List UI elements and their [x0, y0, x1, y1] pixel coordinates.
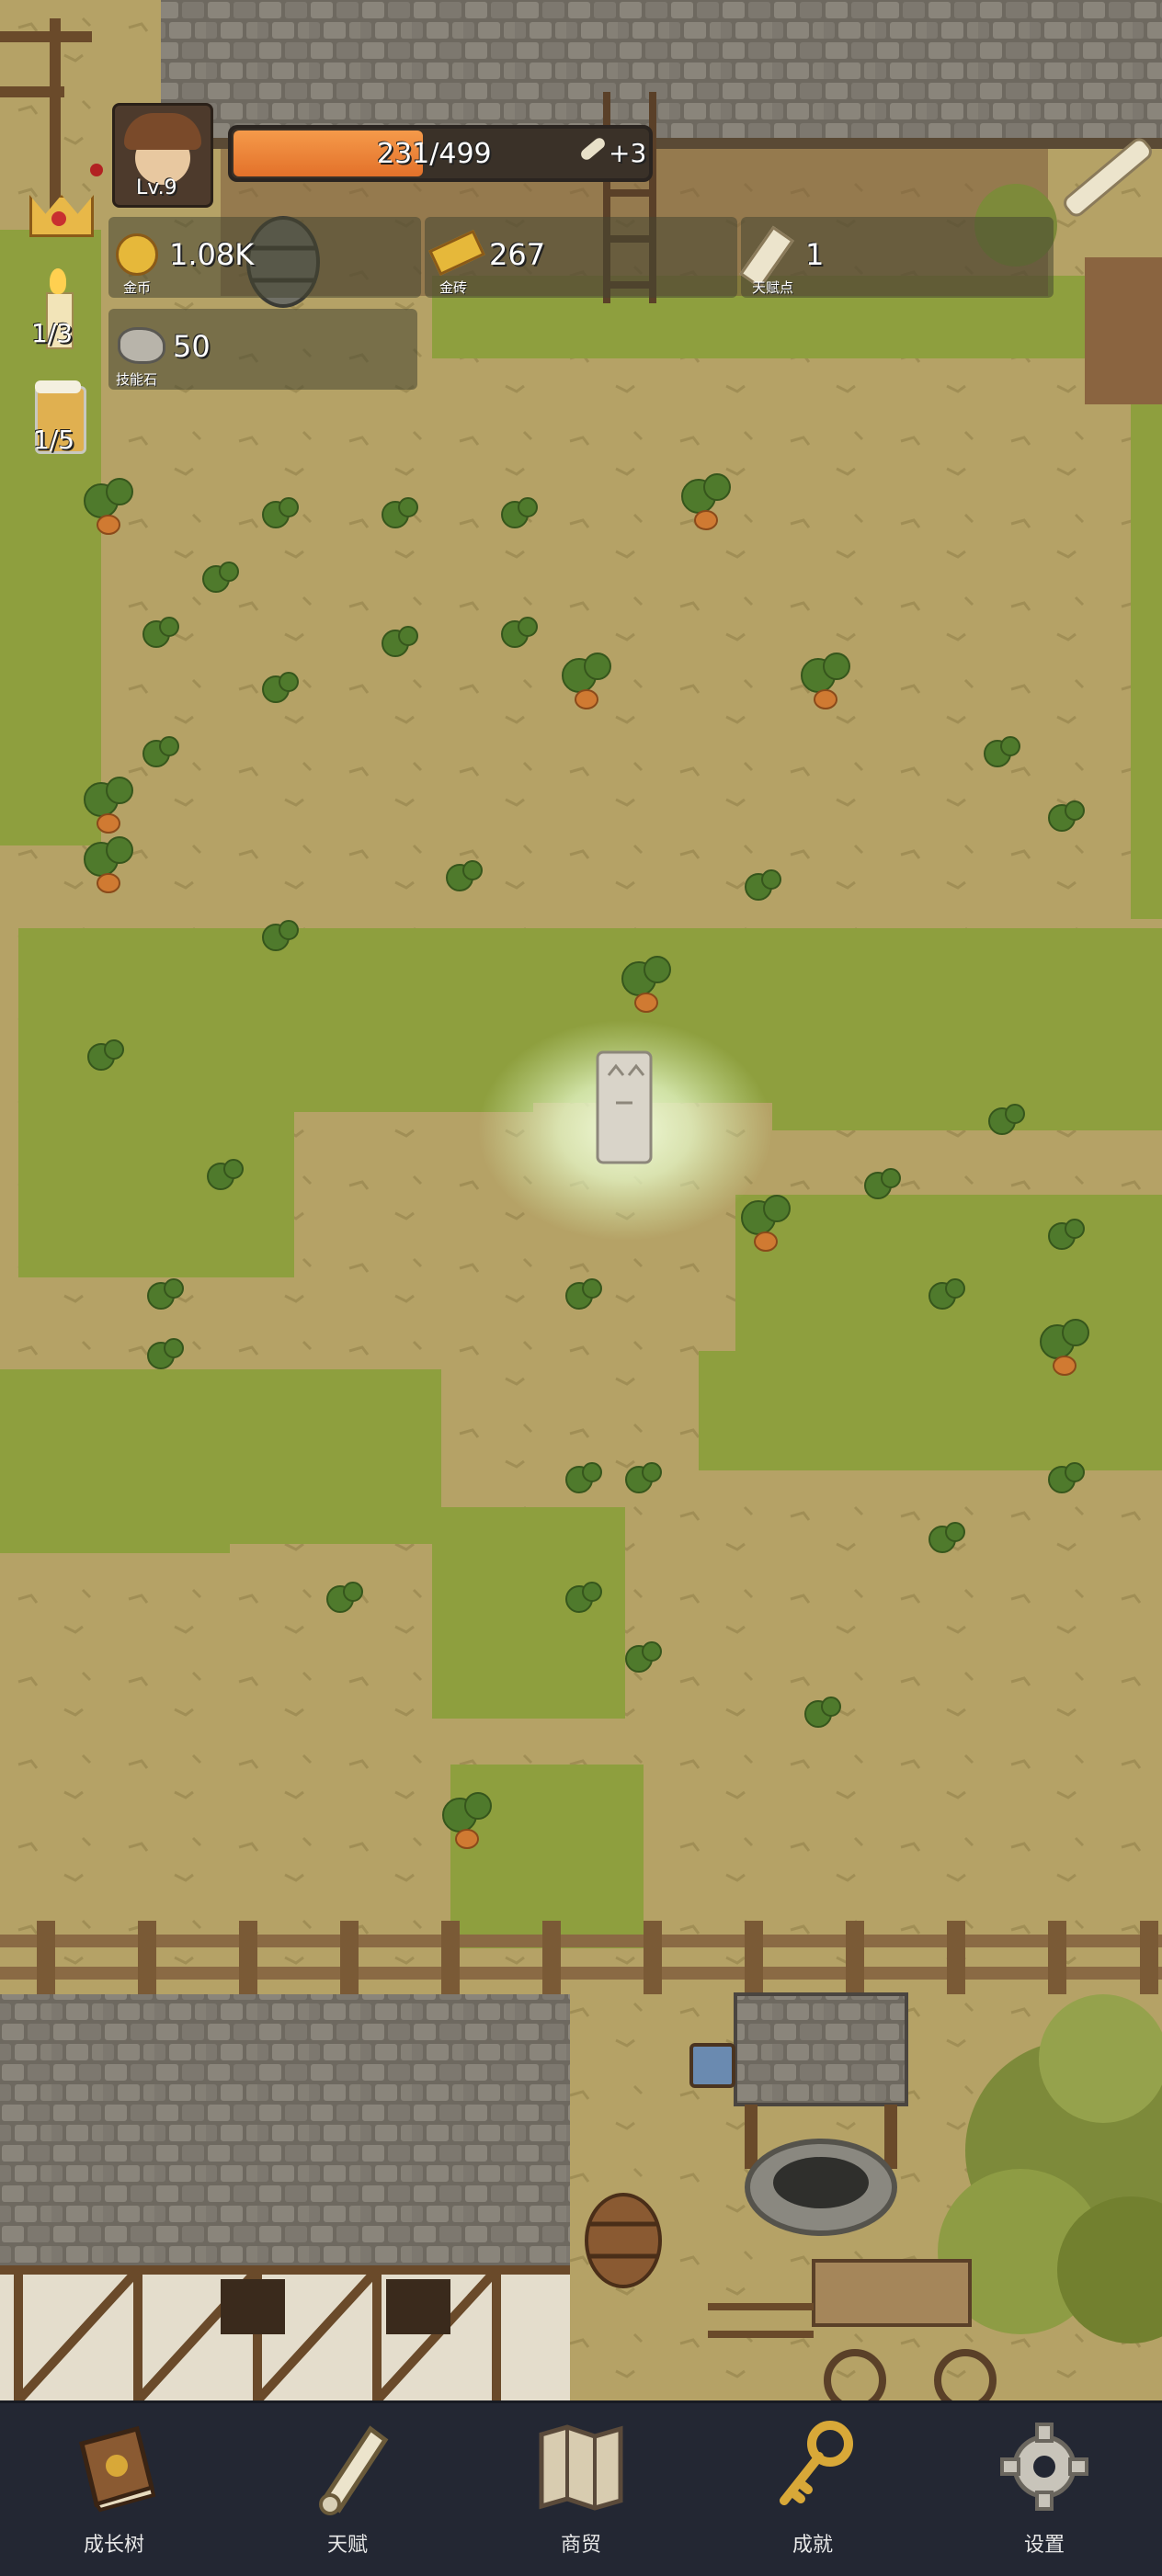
- skill-stone-panel[interactable]: 50 技能石: [108, 309, 417, 390]
- gold-label: 金币: [123, 279, 152, 296]
- talent-point-value: 1: [805, 237, 825, 272]
- nav-settings-label: 设置: [1023, 2534, 1065, 2557]
- barrel: [585, 2193, 662, 2288]
- key-icon: [780, 2421, 853, 2505]
- gold-brick-panel[interactable]: 267 金砖: [425, 217, 737, 298]
- candle-count: 1/3: [31, 318, 74, 348]
- gold-panel[interactable]: 1.08K 金币: [108, 217, 421, 298]
- talent-point-panel[interactable]: 1 天赋点: [739, 217, 1054, 298]
- nav-growth-tree[interactable]: 成长树: [22, 2403, 206, 2576]
- talent-point-label: 天赋点: [752, 279, 794, 296]
- skill-stone-label: 技能石: [116, 371, 158, 388]
- xp-text: 231/499: [377, 138, 492, 170]
- xp-bonus: +3: [609, 138, 647, 168]
- stone-tablet: [596, 1050, 653, 1164]
- skill-stone-value: 50: [173, 329, 211, 364]
- bottom-house: [0, 1994, 570, 2404]
- gold-coin-icon: [116, 233, 158, 276]
- nav-trade[interactable]: 商贸: [489, 2403, 673, 2576]
- gold-brick-value: 267: [489, 237, 546, 272]
- beer-count: 1/5: [33, 425, 75, 455]
- nav-talent[interactable]: 天赋: [256, 2403, 439, 2576]
- player-level: Lv.9: [136, 176, 177, 199]
- nav-talent-label: 天赋: [326, 2534, 368, 2557]
- nav-trade-label: 商贸: [560, 2534, 601, 2557]
- nav-achievement-label: 成就: [792, 2534, 833, 2557]
- avatar-hair: [124, 113, 201, 150]
- crown-icon[interactable]: [22, 178, 96, 237]
- gold-value: 1.08K: [169, 237, 255, 272]
- book-icon: [78, 2425, 156, 2513]
- grass-right: [1131, 368, 1162, 919]
- map-icon: [539, 2424, 623, 2511]
- nav-settings[interactable]: 设置: [952, 2403, 1136, 2576]
- nav-achievement[interactable]: 成就: [721, 2403, 905, 2576]
- stone-icon: [118, 327, 165, 364]
- bottom-nav: 成长树 天赋 商贸 成就 设置: [0, 2400, 1162, 2576]
- gold-brick-label: 金砖: [439, 279, 468, 296]
- gear-icon: [1000, 2423, 1088, 2511]
- red-dot: [90, 164, 103, 176]
- nav-growth-tree-label: 成长树: [83, 2534, 144, 2557]
- gold-brick-icon: [428, 229, 485, 277]
- scroll-icon: [319, 2425, 389, 2515]
